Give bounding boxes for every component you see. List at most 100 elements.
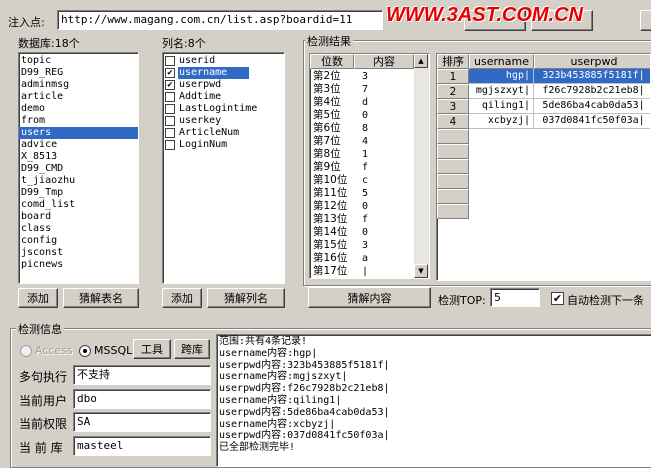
checkbox-unchecked-icon[interactable] [165,128,175,138]
table-cell-username[interactable]: qiling1| [469,99,534,114]
mssql-radio[interactable]: MSSQL [79,344,132,357]
guess-table-button[interactable]: 猜解表名 [63,288,139,308]
table-cell-order[interactable] [437,159,469,174]
auto-detect-checkbox[interactable]: ✔ [551,292,564,305]
column-item[interactable]: Addtime [163,91,284,103]
column-item[interactable]: LoginNum [163,139,284,151]
column-item[interactable]: LastLogintime [163,103,284,115]
guess-content-button[interactable]: 猜解内容 [308,287,431,308]
results-grid[interactable]: 排序 username userpwd 1 hgp| 323b453885f5181… [436,53,651,281]
checkbox-checked-icon[interactable]: ✔ [165,80,175,90]
database-item[interactable]: board [19,211,138,223]
position-column-header[interactable]: 位数 [310,54,354,69]
add-column-button[interactable]: 添加 [162,288,202,308]
database-item[interactable]: D99_Tmp [19,187,138,199]
info-field-value[interactable]: 不支持 [73,365,211,385]
database-item[interactable]: topic [19,55,138,67]
results-header-username[interactable]: username [469,54,534,69]
access-radio[interactable]: Access [20,344,73,357]
table-cell-order[interactable]: 1 [437,69,469,84]
column-list[interactable]: userid ✔ username ✔ userpwd Addtime LastLogint… [162,52,285,284]
database-item[interactable]: t_jiaozhu [19,175,138,187]
table-row[interactable] [437,189,650,204]
position-content-list[interactable]: 位数 内容 第2位 3 第3位 7 第4位 d 第5位 0 第6位 8 第7位 4 第8位 1 第9位 f 第1… [309,53,430,279]
detect-row[interactable]: 第17位 | [310,265,414,278]
table-cell-userpwd[interactable]: 5de86ba4cab0da53| [534,99,650,114]
top-button-3[interactable] [640,10,651,31]
detect-row[interactable]: 第16位 a [310,252,414,265]
table-cell-order[interactable] [437,144,469,159]
scroll-down-icon[interactable]: ▼ [414,264,428,278]
database-item[interactable]: advice [19,139,138,151]
checkbox-unchecked-icon[interactable] [165,56,175,66]
add-database-button[interactable]: 添加 [18,288,58,308]
scroll-up-icon[interactable]: ▲ [414,54,428,68]
column-item[interactable]: ArticleNum [163,127,284,139]
detect-row[interactable]: 第15位 3 [310,239,414,252]
table-row[interactable] [437,174,650,189]
guess-column-button[interactable]: 猜解列名 [207,288,285,308]
column-item[interactable]: userid [163,55,284,67]
database-item[interactable]: config [19,235,138,247]
checkbox-unchecked-icon[interactable] [165,92,175,102]
detect-row[interactable]: 第7位 4 [310,135,414,148]
results-header-userpwd[interactable]: userpwd [534,54,650,69]
detect-row[interactable]: 第11位 5 [310,187,414,200]
database-item[interactable]: from [19,115,138,127]
detect-log[interactable]: 范围:共有4条记录! username内容:hgp| userpwd内容:323b4… [216,334,651,467]
tools-button[interactable]: 工具 [133,339,171,359]
detect-row[interactable]: 第9位 f [310,161,414,174]
table-row[interactable] [437,159,650,174]
detect-row[interactable]: 第5位 0 [310,109,414,122]
column-item[interactable]: userkey [163,115,284,127]
column-item[interactable]: ✔ userpwd [163,79,284,91]
table-row[interactable]: 2 mgjszxyt| f26c7928b2c21eb8| [437,84,650,99]
database-item[interactable]: class [19,223,138,235]
info-field-value[interactable]: SA [73,412,211,432]
checkbox-unchecked-icon[interactable] [165,116,175,126]
table-cell-username[interactable]: xcbyzj| [469,114,534,129]
database-list[interactable]: topic D99_REG adminmsg article demo from users… [18,52,139,284]
checkbox-unchecked-icon[interactable] [165,140,175,150]
cross-db-button[interactable]: 跨库 [174,339,210,359]
content-column-header[interactable]: 内容 [354,54,414,69]
info-field-value[interactable]: dbo [73,389,211,409]
url-input[interactable]: http://www.magang.com.cn/list.asp?boardi… [57,10,383,30]
database-item[interactable]: D99_CMD [19,163,138,175]
table-cell-order[interactable] [437,204,469,219]
database-item[interactable]: X_8513 [19,151,138,163]
detect-row[interactable]: 第2位 3 [310,70,414,83]
database-item[interactable]: jsconst [19,247,138,259]
table-cell-order[interactable]: 4 [437,114,469,129]
checkbox-unchecked-icon[interactable] [165,104,175,114]
database-item[interactable]: demo [19,103,138,115]
detect-top-input[interactable]: 5 [490,288,540,307]
database-item[interactable]: article [19,91,138,103]
table-row[interactable]: 4 xcbyzj| 037d0841fc50f03a| [437,114,650,129]
results-header-order[interactable]: 排序 [437,54,469,69]
table-cell-userpwd[interactable]: 323b453885f5181f| [534,69,650,84]
checkbox-checked-icon[interactable]: ✔ [165,68,175,78]
detect-row[interactable]: 第12位 0 [310,200,414,213]
database-item[interactable]: adminmsg [19,79,138,91]
table-row[interactable]: 1 hgp| 323b453885f5181f| [437,69,650,84]
database-item[interactable]: comd_list [19,199,138,211]
detect-row[interactable]: 第4位 d [310,96,414,109]
table-cell-order[interactable] [437,129,469,144]
detect-row[interactable]: 第10位 c [310,174,414,187]
detect-row[interactable]: 第3位 7 [310,83,414,96]
database-item[interactable]: D99_REG [19,67,138,79]
info-field-value[interactable]: masteel [73,436,211,456]
detect-row[interactable]: 第6位 8 [310,122,414,135]
table-cell-username[interactable]: hgp| [469,69,534,84]
detect-row[interactable]: 第13位 f [310,213,414,226]
table-row[interactable]: 3 qiling1| 5de86ba4cab0da53| [437,99,650,114]
database-item[interactable]: picnews [19,259,138,271]
table-cell-username[interactable]: mgjszxyt| [469,84,534,99]
table-row[interactable] [437,144,650,159]
table-cell-order[interactable]: 3 [437,99,469,114]
table-cell-order[interactable]: 2 [437,84,469,99]
database-item[interactable]: users [19,127,138,139]
table-cell-userpwd[interactable]: f26c7928b2c21eb8| [534,84,650,99]
detect-row[interactable]: 第8位 1 [310,148,414,161]
